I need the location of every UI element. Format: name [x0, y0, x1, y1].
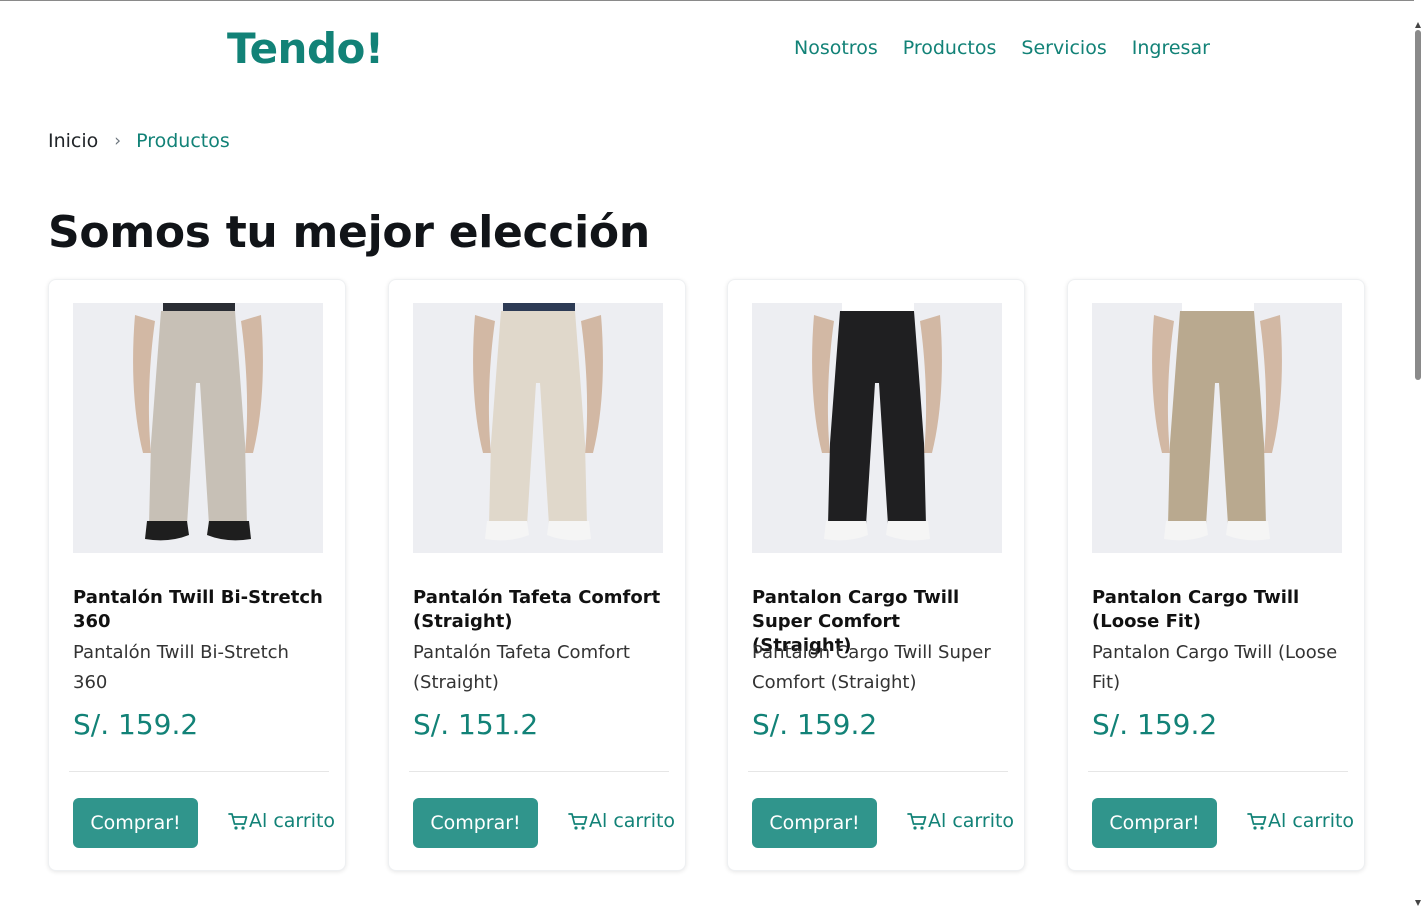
- scroll-down-arrow-icon[interactable]: [1415, 900, 1421, 906]
- scroll-thumb[interactable]: [1415, 30, 1421, 380]
- cart-icon: [228, 812, 248, 830]
- main-nav: Nosotros Productos Servicios Ingresar: [794, 37, 1210, 59]
- add-to-cart-link[interactable]: Al carrito: [228, 810, 335, 832]
- nav-item-productos[interactable]: Productos: [903, 37, 997, 59]
- buy-button[interactable]: Comprar!: [413, 798, 538, 848]
- pants-photo: [752, 303, 1002, 553]
- breadcrumb-current: Productos: [136, 130, 230, 152]
- add-to-cart-link[interactable]: Al carrito: [907, 810, 1014, 832]
- product-description: Pantalon Cargo Twill (Loose Fit): [1092, 642, 1338, 693]
- card-divider: [409, 771, 669, 772]
- window-top-border: [0, 0, 1422, 1]
- scroll-up-arrow-icon[interactable]: [1415, 22, 1421, 28]
- buy-button[interactable]: Comprar!: [1092, 798, 1217, 848]
- product-title[interactable]: Pantalón Tafeta Comfort (Straight): [413, 586, 663, 634]
- product-title[interactable]: Pantalón Twill Bi-Stretch 360: [73, 586, 323, 634]
- nav-item-nosotros[interactable]: Nosotros: [794, 37, 878, 59]
- add-to-cart-label: Al carrito: [249, 810, 336, 832]
- add-to-cart-label: Al carrito: [928, 810, 1015, 832]
- product-price: S/. 159.2: [73, 708, 199, 741]
- card-divider: [69, 771, 329, 772]
- nav-item-ingresar[interactable]: Ingresar: [1132, 37, 1210, 59]
- product-description: Pantalón Tafeta Comfort (Straight): [413, 642, 630, 693]
- product-image[interactable]: [413, 303, 663, 553]
- product-image[interactable]: [1092, 303, 1342, 553]
- add-to-cart-link[interactable]: Al carrito: [568, 810, 675, 832]
- product-title[interactable]: Pantalon Cargo Twill (Loose Fit): [1092, 586, 1342, 634]
- cart-icon: [1247, 812, 1267, 830]
- card-divider: [1088, 771, 1348, 772]
- page-title: Somos tu mejor elección: [48, 207, 650, 258]
- cart-icon: [907, 812, 927, 830]
- product-image[interactable]: [73, 303, 323, 553]
- card-divider: [748, 771, 1008, 772]
- pants-photo: [1092, 303, 1342, 553]
- product-price: S/. 159.2: [752, 708, 878, 741]
- product-price: S/. 151.2: [413, 708, 539, 741]
- page-scrollbar[interactable]: [1414, 0, 1422, 908]
- product-image[interactable]: [752, 303, 1002, 553]
- add-to-cart-label: Al carrito: [1268, 810, 1355, 832]
- breadcrumb-separator-icon: ›: [114, 131, 122, 151]
- product-card: Pantalon Cargo Twill (Loose Fit) Pantalo…: [1067, 279, 1365, 871]
- brand-logo[interactable]: Tendo!: [227, 24, 384, 73]
- product-card: Pantalón Twill Bi-Stretch 360 Pantalón T…: [48, 279, 346, 871]
- breadcrumb-home[interactable]: Inicio: [48, 130, 98, 152]
- breadcrumb: Inicio › Productos: [48, 130, 230, 152]
- cart-icon: [568, 812, 588, 830]
- product-price: S/. 159.2: [1092, 708, 1218, 741]
- pants-photo: [73, 303, 323, 553]
- pants-photo: [413, 303, 663, 553]
- buy-button[interactable]: Comprar!: [73, 798, 198, 848]
- product-card: Pantalon Cargo Twill Super Comfort (Stra…: [727, 279, 1025, 871]
- product-description: Pantalón Twill Bi-Stretch 360: [73, 642, 289, 693]
- product-description: Pantalon Cargo Twill Super Comfort (Stra…: [752, 642, 991, 693]
- product-card: Pantalón Tafeta Comfort (Straight) Panta…: [388, 279, 686, 871]
- nav-item-servicios[interactable]: Servicios: [1021, 37, 1106, 59]
- add-to-cart-label: Al carrito: [589, 810, 676, 832]
- add-to-cart-link[interactable]: Al carrito: [1247, 810, 1354, 832]
- buy-button[interactable]: Comprar!: [752, 798, 877, 848]
